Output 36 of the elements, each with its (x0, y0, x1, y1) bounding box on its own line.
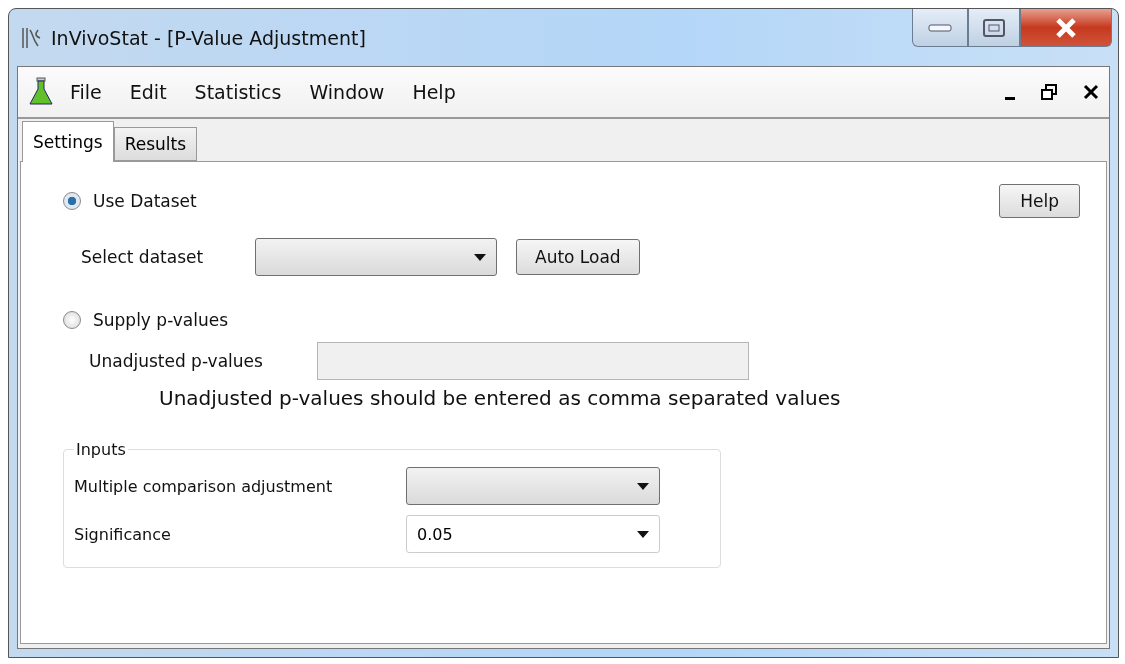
tab[interactable]: Settings (22, 121, 114, 162)
radio-label: Supply p-values (93, 310, 229, 330)
help-button[interactable]: Help (999, 184, 1080, 218)
menu-item[interactable]: Help (400, 77, 468, 107)
instruction-text: Unadjusted p-values should be entered as comma separated values (159, 386, 841, 410)
maximize-button[interactable] (968, 9, 1020, 47)
menu-item[interactable]: File (58, 77, 114, 107)
dataset-dropdown[interactable] (255, 238, 497, 276)
close-button[interactable] (1083, 84, 1099, 100)
window-title: InVivoStat - [P-Value Adjustment] (51, 26, 366, 49)
minimize-icon (928, 23, 952, 32)
group-title: Inputs (75, 440, 127, 459)
close-icon (1055, 17, 1077, 38)
flask-icon (28, 77, 54, 107)
adjustment-dropdown[interactable] (406, 467, 660, 505)
app-logo-icon (21, 25, 43, 50)
field-label: Unadjusted p-values (89, 351, 264, 371)
close-icon (1083, 84, 1099, 100)
menu-item[interactable]: Edit (117, 77, 179, 107)
radio-button[interactable] (63, 192, 81, 210)
field-label: Significance (74, 524, 172, 544)
restore-button[interactable] (1041, 84, 1057, 100)
dropdown-arrow-icon (474, 253, 486, 261)
dropdown-arrow-icon (637, 482, 649, 490)
field-label: Multiple comparison adjustment (74, 476, 334, 496)
auto-load-button[interactable]: Auto Load (516, 239, 640, 275)
menu-item[interactable]: Statistics (182, 77, 294, 107)
significance-dropdown[interactable]: 0.05 (406, 515, 660, 553)
radio-label: Use Dataset (93, 191, 197, 211)
menu-item[interactable]: Window (297, 77, 397, 107)
tab[interactable]: Results (113, 127, 198, 161)
field-label: Select dataset (81, 247, 205, 267)
maximize-icon (983, 18, 1005, 37)
minimize-icon (1005, 97, 1015, 100)
restore-icon (1041, 84, 1057, 100)
dropdown-arrow-icon (637, 530, 649, 538)
